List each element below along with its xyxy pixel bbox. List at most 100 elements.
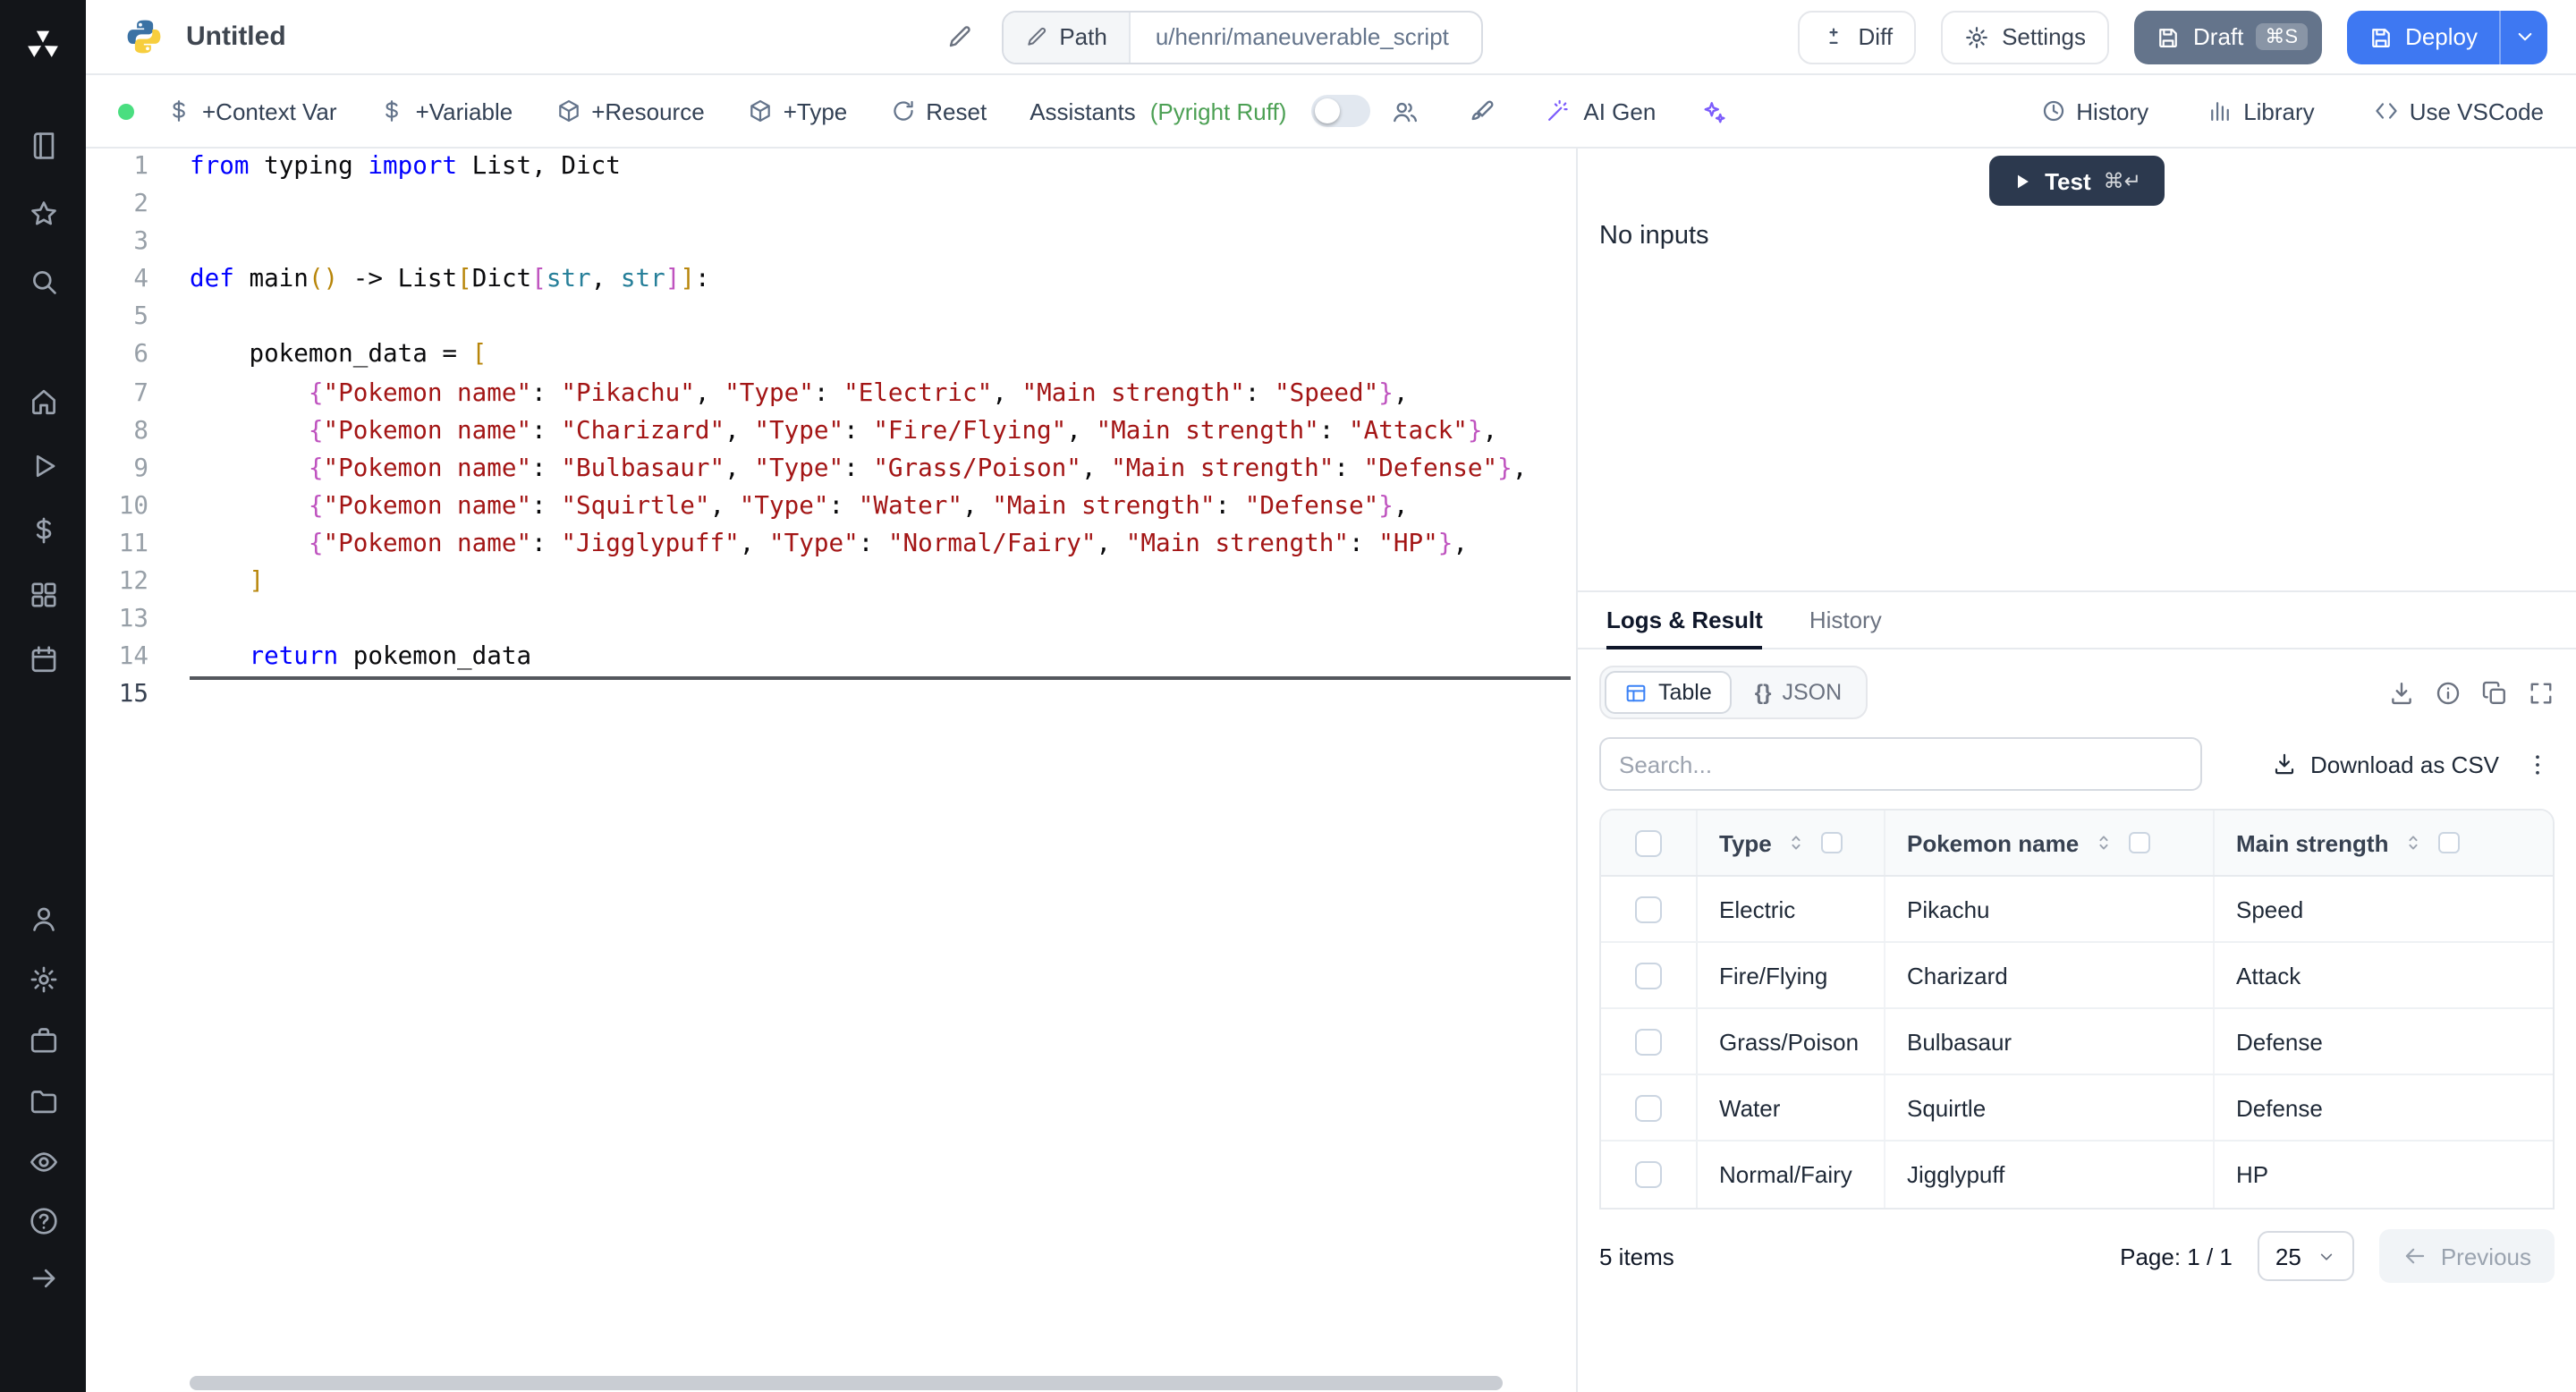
- result-controls: Table {} JSON: [1578, 649, 2576, 723]
- home-icon[interactable]: [28, 369, 58, 433]
- column-header[interactable]: Type: [1698, 811, 1885, 875]
- status-dot: [118, 103, 134, 119]
- add-variable-button[interactable]: +Variable: [380, 98, 513, 124]
- briefcase-icon[interactable]: [28, 1009, 58, 1070]
- sort-icon[interactable]: [2402, 832, 2424, 853]
- path-value[interactable]: u/henri/maneuverable_script: [1131, 23, 1481, 50]
- row-checkbox[interactable]: [1635, 962, 1662, 989]
- save-icon: [2156, 24, 2181, 49]
- inputs-pane: Test ⌘↵ No inputs: [1578, 149, 2576, 590]
- diff-button[interactable]: Diff: [1797, 10, 1917, 64]
- row-checkbox[interactable]: [1635, 1028, 1662, 1055]
- line-number: 13: [118, 605, 148, 634]
- page-size-select[interactable]: 25: [2257, 1231, 2355, 1281]
- add-type-button[interactable]: +Type: [748, 98, 847, 124]
- multiplayer-icon[interactable]: [1392, 98, 1419, 124]
- test-button[interactable]: Test ⌘↵: [1989, 156, 2165, 206]
- dollar-icon[interactable]: [28, 497, 58, 562]
- gear-icon[interactable]: [28, 948, 58, 1009]
- horizontal-scrollbar[interactable]: [190, 1376, 1503, 1390]
- tab-logs-result[interactable]: Logs & Result: [1606, 592, 1764, 649]
- copy-icon[interactable]: [2481, 679, 2508, 706]
- path-label-button[interactable]: Path: [1004, 12, 1131, 62]
- library-button[interactable]: Library: [2207, 98, 2315, 124]
- braces-icon: {}: [1754, 680, 1772, 705]
- code-editor[interactable]: 1 2 3 4 5 6 7 8 9 10 11 12 13 14 15 from typing import…: [86, 149, 1576, 1392]
- view-table-segment[interactable]: Table: [1605, 671, 1732, 714]
- code-line: {"Pokemon name": "Squirtle", "Type": "Wa…: [308, 491, 1409, 521]
- eye-icon[interactable]: [28, 1131, 58, 1192]
- gutter: 1 2 3 4 5 6 7 8 9 10 11 12 13 14 15: [86, 149, 179, 715]
- calendar-icon[interactable]: [28, 626, 58, 691]
- diff-icon: [1821, 24, 1846, 49]
- user-icon[interactable]: [28, 887, 58, 948]
- assistants-toggle[interactable]: [1311, 95, 1371, 127]
- table-toolbar: Download as CSV: [1578, 723, 2576, 802]
- topbar: Untitled Path u/henri/maneuverable_scrip…: [86, 0, 2576, 75]
- previous-page-button[interactable]: Previous: [2379, 1229, 2555, 1283]
- play-icon: [2012, 171, 2032, 191]
- edit-summary-icon[interactable]: [946, 23, 973, 50]
- format-brush-icon[interactable]: [1469, 98, 1496, 124]
- column-filter-box[interactable]: [1821, 832, 1843, 853]
- items-count: 5 items: [1599, 1243, 1674, 1269]
- deploy-menu-button[interactable]: [2499, 10, 2547, 64]
- add-context-var-button[interactable]: +Context Var: [166, 98, 337, 124]
- help-icon[interactable]: [28, 1192, 58, 1249]
- add-resource-button[interactable]: +Resource: [555, 98, 705, 124]
- info-icon[interactable]: [2435, 679, 2462, 706]
- chevron-down-icon: [2512, 25, 2536, 48]
- wand-icon: [1546, 98, 1571, 123]
- right-panel: Test ⌘↵ No inputs Logs & Result History: [1578, 149, 2576, 1392]
- code-line: from typing import List, Dict: [190, 152, 621, 181]
- expand-icon[interactable]: [2528, 679, 2555, 706]
- row-checkbox[interactable]: [1635, 895, 1662, 922]
- sort-icon[interactable]: [2093, 832, 2114, 853]
- draft-button[interactable]: Draft ⌘S: [2134, 10, 2322, 64]
- column-header[interactable]: Pokemon name: [1885, 811, 2215, 875]
- blocks-icon[interactable]: [28, 562, 58, 626]
- settings-button[interactable]: Settings: [1941, 10, 2110, 64]
- deploy-button[interactable]: Deploy: [2346, 10, 2499, 64]
- play-icon[interactable]: [28, 433, 58, 497]
- code-lines[interactable]: from typing import List, Dict def main() …: [190, 149, 1576, 715]
- line-number: 4: [133, 265, 148, 294]
- more-options-kebab-icon[interactable]: [2524, 751, 2551, 777]
- library-bars-icon: [2207, 98, 2233, 123]
- clock-icon: [2040, 98, 2065, 123]
- reset-button[interactable]: Reset: [890, 98, 987, 124]
- arrow-right-icon[interactable]: [28, 1249, 58, 1306]
- search-input[interactable]: [1599, 737, 2202, 791]
- table-cell: Defense: [2236, 1028, 2323, 1055]
- download-result-icon[interactable]: [2388, 679, 2415, 706]
- download-csv-button[interactable]: Download as CSV: [2271, 751, 2499, 777]
- star-icon[interactable]: [28, 179, 58, 247]
- ai-gen-button[interactable]: AI Gen: [1546, 98, 1656, 124]
- results-pane: Logs & Result History Table {} JSON Sear…: [1578, 590, 2576, 1392]
- editor-toolbar: +Context Var +Variable +Resource +Type R…: [86, 75, 2576, 149]
- table-row: Fire/Flying Charizard Attack: [1601, 943, 2553, 1009]
- column-filter-box[interactable]: [2129, 832, 2151, 853]
- sparkles-icon[interactable]: [1699, 98, 1725, 124]
- search-icon[interactable]: [28, 247, 58, 315]
- tab-history[interactable]: History: [1809, 592, 1882, 648]
- table-row: Electric Pikachu Speed: [1601, 877, 2553, 943]
- table-cell: Fire/Flying: [1698, 943, 1885, 1007]
- row-checkbox[interactable]: [1635, 1161, 1662, 1188]
- use-vscode-button[interactable]: Use VSCode: [2374, 98, 2544, 124]
- windmill-logo-icon[interactable]: [0, 0, 86, 82]
- folder-icon[interactable]: [28, 1070, 58, 1131]
- table-cell: Charizard: [1885, 943, 2215, 1007]
- result-table: Type Pokemon name Main strength Electric Pik…: [1599, 809, 2555, 1210]
- header-checkbox[interactable]: [1635, 829, 1662, 856]
- column-header[interactable]: Main strength: [2215, 811, 2553, 875]
- sort-icon[interactable]: [1786, 832, 1808, 853]
- view-json-segment[interactable]: {} JSON: [1735, 671, 1861, 714]
- history-button[interactable]: History: [2040, 98, 2148, 124]
- row-checkbox[interactable]: [1635, 1094, 1662, 1121]
- column-filter-box[interactable]: [2438, 832, 2461, 853]
- book-icon[interactable]: [28, 111, 58, 179]
